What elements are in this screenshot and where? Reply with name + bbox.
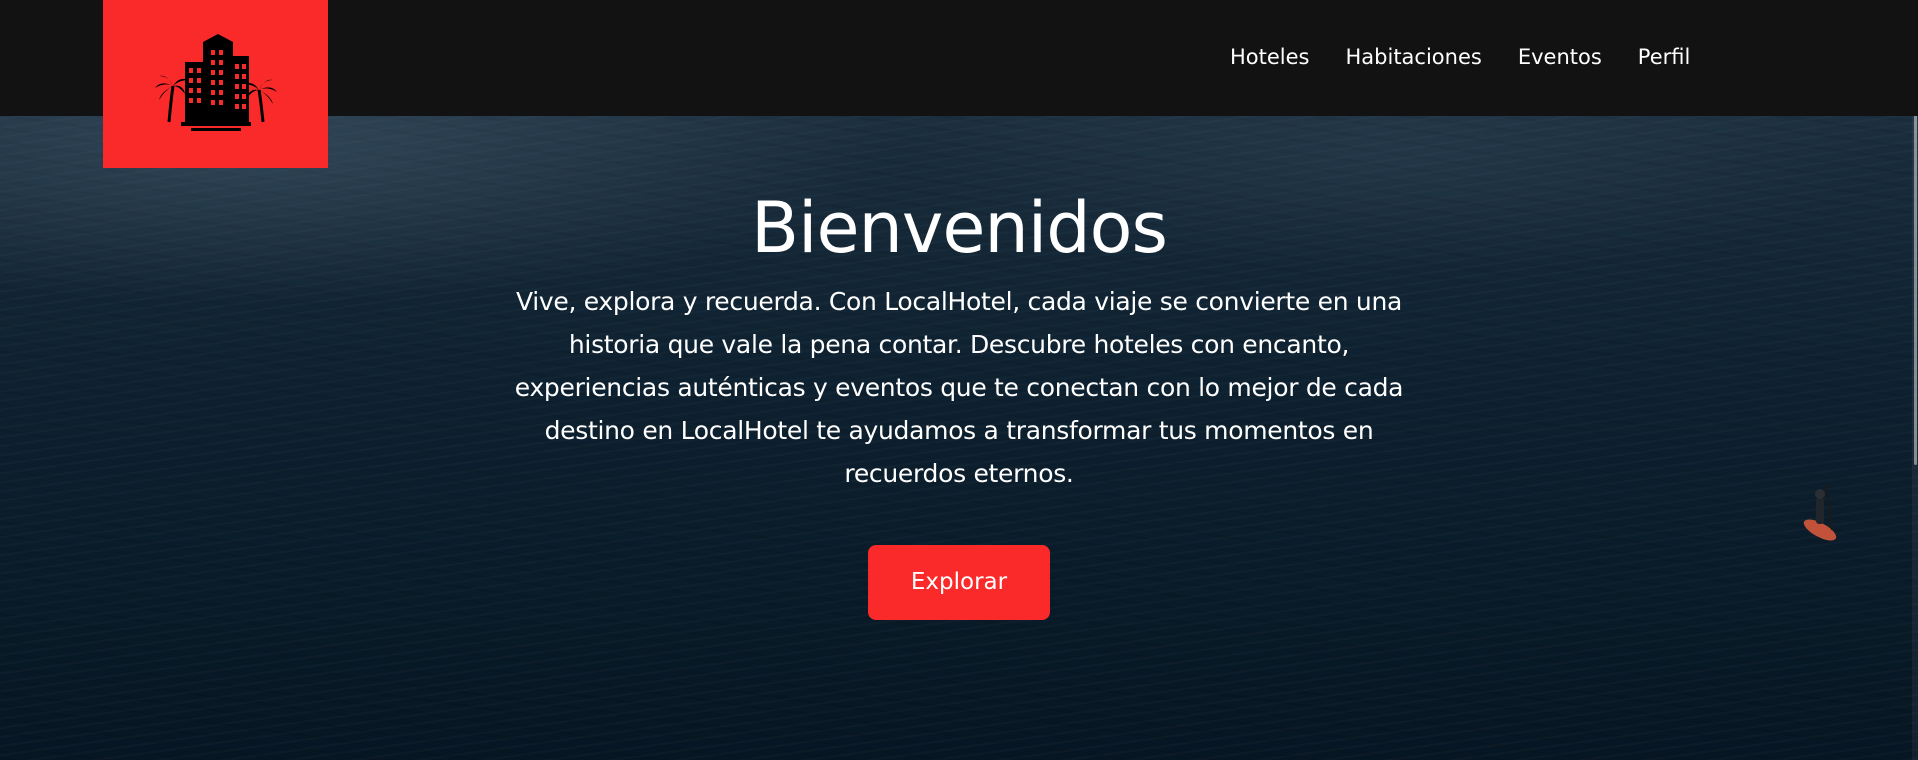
hotel-buildings-palms-icon <box>154 34 277 131</box>
nav-link-eventos[interactable]: Eventos <box>1518 42 1602 72</box>
nav-link-perfil[interactable]: Perfil <box>1638 42 1691 72</box>
hero-description: Vive, explora y recuerda. Con LocalHotel… <box>514 287 1404 488</box>
nav-link-habitaciones[interactable]: Habitaciones <box>1346 42 1482 72</box>
hero-section: Bienvenidos Vive, explora y recuerda. Co… <box>0 180 1918 620</box>
main-nav: Hoteles Habitaciones Eventos Perfil <box>1230 42 1690 72</box>
explore-button[interactable]: Explorar <box>868 545 1050 620</box>
brand-logo-link[interactable] <box>103 0 328 168</box>
page: Hoteles Habitaciones Eventos Perfil Bien… <box>0 0 1918 760</box>
hero-title: Bienvenidos <box>751 187 1168 269</box>
nav-link-hoteles[interactable]: Hoteles <box>1230 42 1310 72</box>
